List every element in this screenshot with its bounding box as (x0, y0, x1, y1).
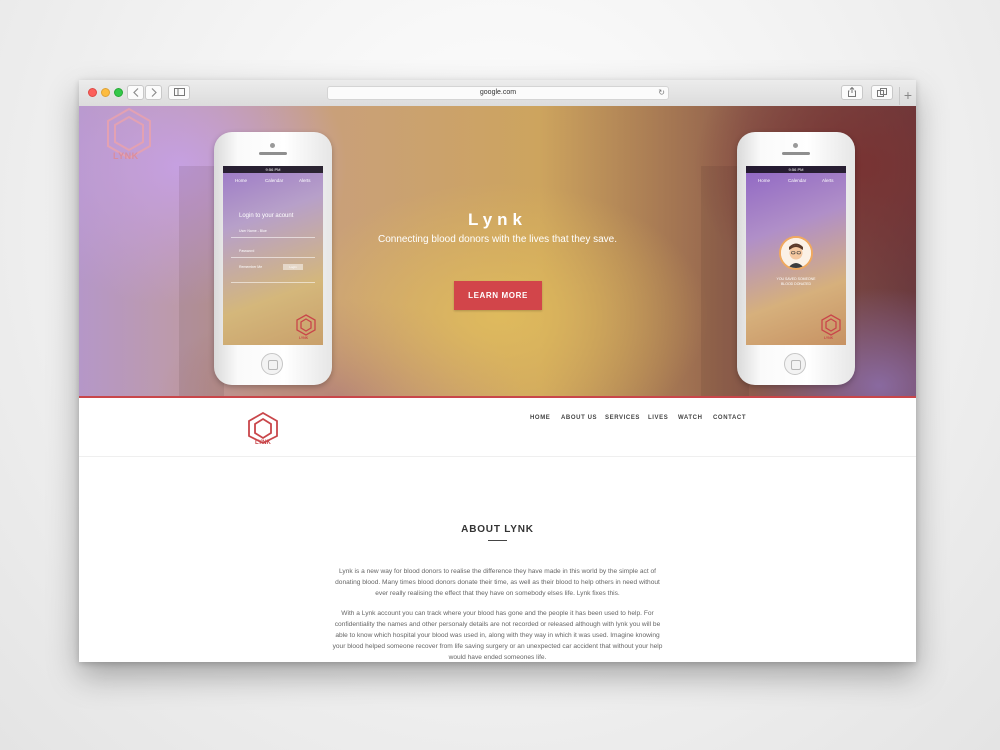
nav-item-watch[interactable]: WATCH (678, 415, 703, 421)
app-nav: Home Calendar Alerts (223, 178, 323, 187)
url-text: google.com (479, 89, 517, 96)
camera-icon (793, 143, 798, 148)
app-nav-alerts[interactable]: Alerts (822, 178, 834, 183)
app-nav-calendar[interactable]: Calendar (265, 178, 283, 183)
status-bar: 9:56 PM (223, 166, 323, 173)
hero-logo-text: LYNK (113, 151, 139, 161)
caption-line-2: BLOOD DONATED (780, 282, 812, 286)
nav-item-about-us[interactable]: ABOUT US (561, 415, 597, 421)
nav-item-services[interactable]: SERVICES (605, 415, 640, 421)
share-button[interactable] (841, 85, 863, 100)
back-button[interactable] (127, 85, 144, 100)
forward-button[interactable] (145, 85, 162, 100)
nav-logo-text: LYNK (255, 440, 271, 446)
login-button[interactable]: Login (283, 264, 303, 270)
speaker-grille (782, 152, 810, 155)
password-label: Password (239, 249, 255, 253)
divider (231, 282, 315, 283)
about-title: ABOUT LYNK (461, 524, 534, 535)
share-icon (848, 86, 856, 97)
caption-line-1: YOU SAVED SOMEONE (776, 277, 816, 281)
home-button[interactable] (784, 353, 806, 375)
status-bar: 9:56 PM (746, 166, 846, 173)
phone-logo-text: LYNK (299, 336, 309, 340)
phone-logo-text: LYNK (824, 336, 834, 340)
app-nav: Home Calendar Alerts (746, 178, 846, 187)
about-paragraph-1: Lynk is a new way for blood donors to re… (335, 568, 660, 597)
remember-label[interactable]: Remember Me (239, 265, 262, 269)
nav-item-lives[interactable]: LIVES (648, 415, 668, 421)
close-window-button[interactable] (88, 88, 97, 97)
phone-mockup-left: 9:56 PM Home Calendar Alerts Login to yo… (214, 132, 332, 385)
nav-item-home[interactable]: HOME (530, 415, 550, 421)
lynk-logo-icon (821, 314, 841, 336)
learn-more-button[interactable]: LEARN MORE (454, 281, 542, 310)
reload-icon[interactable]: ↻ (658, 87, 665, 99)
address-bar[interactable]: google.com ↻ (327, 86, 669, 100)
app-nav-home[interactable]: Home (235, 178, 247, 183)
new-tab-button[interactable]: + (899, 87, 916, 105)
camera-icon (270, 143, 275, 148)
about-paragraph-2: With a Lynk account you can track where … (332, 610, 663, 661)
phone-mockup-right: 9:56 PM Home Calendar Alerts YOU SAVED S… (737, 132, 855, 385)
avatar-caption: YOU SAVED SOMEONE BLOOD DONATED (746, 277, 846, 287)
phone-screen-login: 9:56 PM Home Calendar Alerts Login to yo… (223, 166, 323, 345)
sidebar-button[interactable] (168, 85, 190, 100)
hero-title: Lynk (467, 210, 528, 229)
home-button[interactable] (261, 353, 283, 375)
phone-screen-profile: 9:56 PM Home Calendar Alerts YOU SAVED S… (746, 166, 846, 345)
tabs-icon (877, 88, 887, 97)
minimize-window-button[interactable] (101, 88, 110, 97)
password-field[interactable] (231, 257, 315, 258)
nav-item-contact[interactable]: CONTACT (713, 415, 746, 421)
hero-section: LYNK 9:56 PM Home Calendar Alerts Login … (79, 106, 916, 398)
sidebar-icon (173, 88, 185, 96)
maximize-window-button[interactable] (114, 88, 123, 97)
title-underline (488, 540, 507, 541)
app-nav-alerts[interactable]: Alerts (299, 178, 311, 183)
lynk-logo-icon (296, 314, 316, 336)
browser-toolbar: google.com ↻ + (79, 80, 916, 107)
browser-window: google.com ↻ + LYNK 9:56 PM Home Calenda… (79, 80, 916, 662)
app-nav-calendar[interactable]: Calendar (788, 178, 806, 183)
chevron-right-icon (151, 88, 157, 97)
site-navbar: LYNK HOME ABOUT US SERVICES LIVES WATCH … (79, 398, 916, 457)
app-nav-home[interactable]: Home (758, 178, 770, 183)
speaker-grille (259, 152, 287, 155)
chevron-left-icon (132, 88, 138, 97)
hero-subtitle: Connecting blood donors with the lives t… (377, 234, 618, 245)
tabs-button[interactable] (871, 85, 893, 100)
